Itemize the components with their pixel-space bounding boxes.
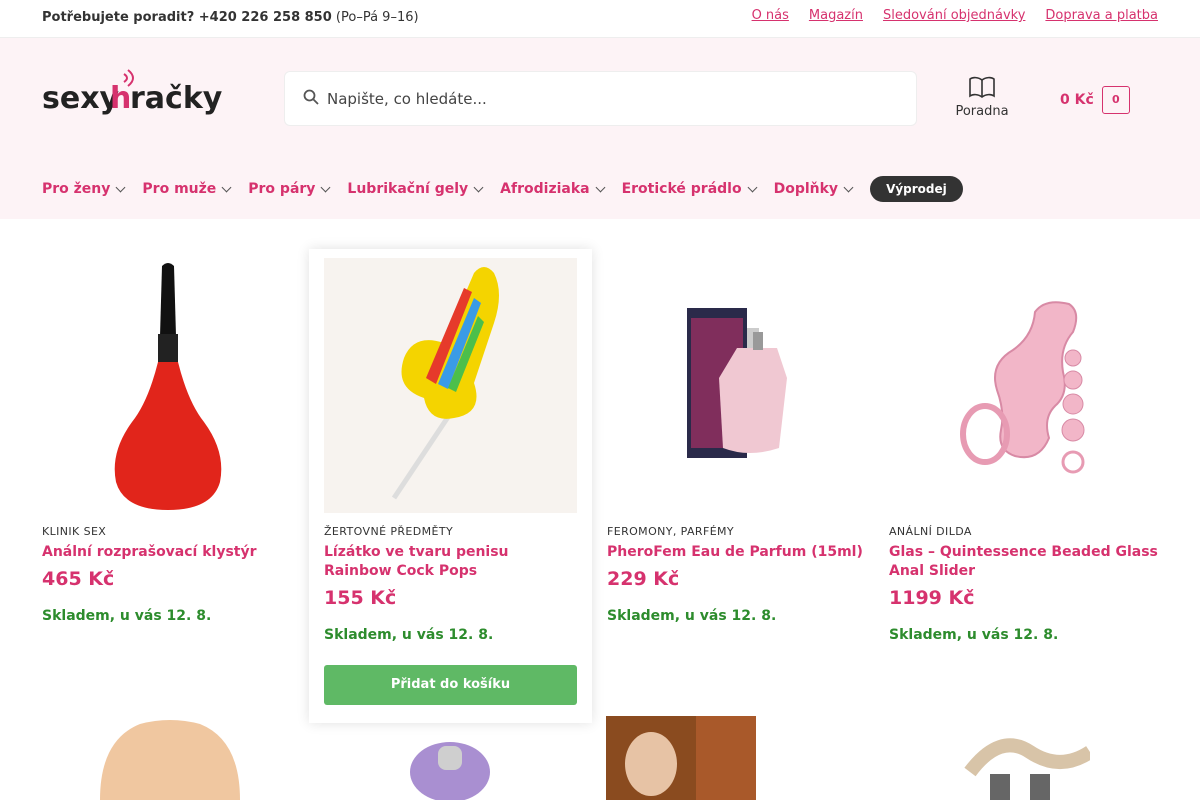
product-category[interactable]: ŽERTOVNÉ PŘEDMĚTY	[324, 525, 577, 538]
product-image[interactable]	[360, 712, 540, 800]
chevron-down-icon	[747, 182, 758, 192]
product-card[interactable]: ŽERTOVNÉ PŘEDMĚTY Lízátko ve tvaru penis…	[309, 249, 592, 723]
product-price: 229 Kč	[607, 568, 680, 590]
link-magazin[interactable]: Magazín	[809, 8, 863, 23]
nav-pro-pary[interactable]: Pro páry	[248, 181, 331, 197]
product-image[interactable]	[889, 258, 1142, 513]
book-icon	[969, 76, 995, 98]
link-o-nas[interactable]: O nás	[752, 8, 789, 23]
chevron-down-icon	[115, 182, 126, 192]
site-logo[interactable]: sexy h račky	[42, 66, 242, 134]
product-price: 465 Kč	[42, 568, 115, 590]
product-stock: Skladem, u vás 12. 8.	[42, 608, 212, 624]
product-name[interactable]: Glas – Quintessence Beaded Glass Anal Sl…	[889, 543, 1172, 581]
svg-text:sexy: sexy	[42, 81, 120, 116]
product-image[interactable]	[42, 258, 295, 513]
chevron-down-icon	[843, 182, 854, 192]
cart-count[interactable]: 0	[1101, 86, 1130, 114]
product-image[interactable]	[607, 258, 860, 513]
nav-pro-muze[interactable]: Pro muže	[142, 181, 232, 197]
product-name[interactable]: Lízátko ve tvaru penisu Rainbow Cock Pop…	[324, 543, 577, 581]
product-image[interactable]	[80, 712, 260, 800]
nav-label: Afrodiziaka	[500, 181, 590, 197]
help-line: Potřebujete poradit? +420 226 258 850 (P…	[42, 10, 419, 25]
product-name[interactable]: PheroFem Eau de Parfum (15ml)	[607, 543, 890, 562]
top-bar: Potřebujete poradit? +420 226 258 850 (P…	[0, 0, 1200, 38]
product-card[interactable]: KLINIK SEX Anální rozprašovací klystýr 4…	[42, 258, 325, 624]
product-image[interactable]	[324, 258, 577, 513]
product-category[interactable]: KLINIK SEX	[42, 525, 325, 538]
product-stock: Skladem, u vás 12. 8.	[324, 627, 494, 643]
nav-label: Pro páry	[248, 181, 316, 197]
chevron-down-icon	[320, 182, 331, 192]
product-price: 155 Kč	[324, 587, 397, 609]
svg-text:h: h	[110, 81, 131, 116]
link-shipping[interactable]: Doprava a platba	[1045, 8, 1158, 23]
link-order-tracking[interactable]: Sledování objednávky	[883, 8, 1025, 23]
nav-pro-zeny[interactable]: Pro ženy	[42, 181, 126, 197]
nav-label: Lubrikační gely	[347, 181, 469, 197]
nav-lubrikacni-gely[interactable]: Lubrikační gely	[347, 181, 484, 197]
chevron-down-icon	[221, 182, 232, 192]
search-box[interactable]	[284, 71, 917, 126]
nav-doplnky[interactable]: Doplňky	[773, 181, 854, 197]
search-icon[interactable]	[303, 89, 319, 105]
chevron-down-icon	[595, 182, 606, 192]
nav-label: Pro ženy	[42, 181, 111, 197]
top-links: O nás Magazín Sledování objednávky Dopra…	[752, 8, 1158, 23]
product-price: 1199 Kč	[889, 587, 975, 609]
svg-text:račky: račky	[130, 81, 223, 116]
search-input[interactable]	[327, 86, 887, 112]
nav-eroticke-pradlo[interactable]: Erotické prádlo	[621, 181, 758, 197]
nav-sale-button[interactable]: Výprodej	[870, 176, 963, 202]
product-name[interactable]: Anální rozprašovací klystýr	[42, 543, 325, 562]
poradna-label: Poradna	[955, 104, 1009, 119]
nav-afrodiziaka[interactable]: Afrodiziaka	[500, 181, 606, 197]
product-stock: Skladem, u vás 12. 8.	[607, 608, 777, 624]
chevron-down-icon	[473, 182, 484, 192]
add-to-cart-button[interactable]: Přidat do košíku	[324, 665, 577, 705]
nav-label: Erotické prádlo	[621, 181, 742, 197]
product-card[interactable]: ANÁLNÍ DILDA Glas – Quintessence Beaded …	[889, 258, 1172, 643]
product-image[interactable]	[606, 716, 756, 800]
poradna-link[interactable]: Poradna	[952, 76, 1012, 119]
header: sexy h račky Poradna 0 Kč 0 Pro ženy Pro…	[0, 38, 1200, 219]
nav-label: Pro muže	[142, 181, 217, 197]
main-nav: Pro ženy Pro muže Pro páry Lubrikační ge…	[42, 176, 963, 202]
product-category[interactable]: FEROMONY, PARFÉMY	[607, 525, 890, 538]
cart[interactable]: 0 Kč 0	[1060, 86, 1130, 114]
product-image[interactable]	[960, 712, 1094, 800]
nav-label: Doplňky	[773, 181, 839, 197]
product-category[interactable]: ANÁLNÍ DILDA	[889, 525, 1172, 538]
product-stock: Skladem, u vás 12. 8.	[889, 627, 1059, 643]
help-phone[interactable]: Potřebujete poradit? +420 226 258 850	[42, 10, 332, 25]
cart-amount[interactable]: 0 Kč	[1060, 92, 1094, 108]
product-card[interactable]: FEROMONY, PARFÉMY PheroFem Eau de Parfum…	[607, 258, 890, 624]
help-hours: (Po–Pá 9–16)	[335, 10, 419, 25]
